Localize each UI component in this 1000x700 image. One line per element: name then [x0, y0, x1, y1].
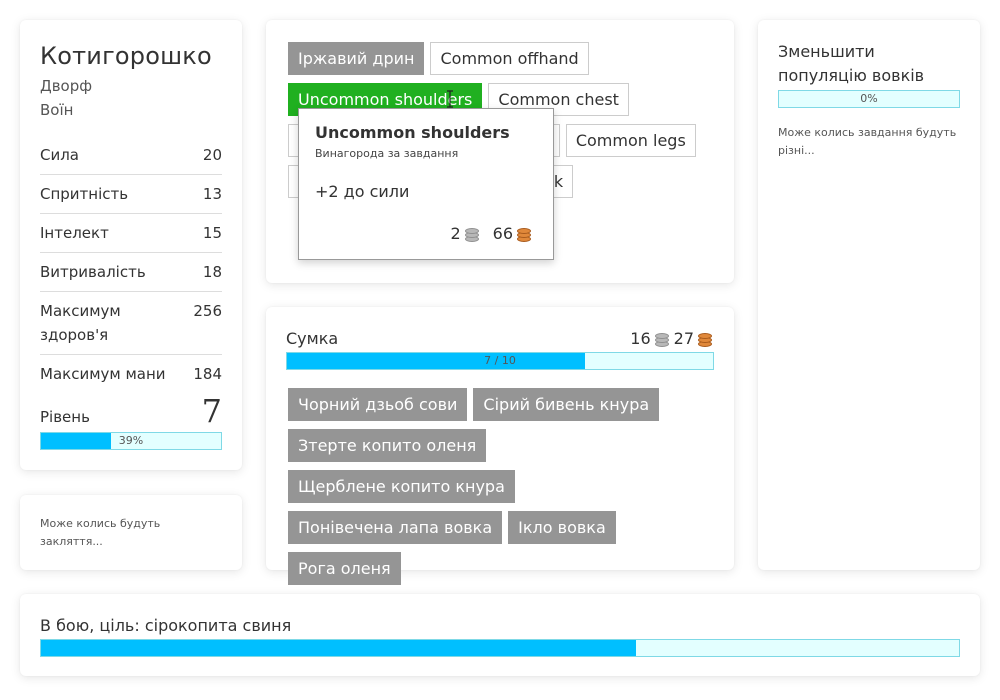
bag-item[interactable]: Щерблене копито кнура: [288, 470, 515, 503]
stat-value: 20: [202, 146, 222, 164]
stat-row: Максимум здоров'я 256: [40, 292, 222, 355]
character-race: Дворф: [40, 77, 93, 95]
level-row: Рівень 7: [40, 392, 222, 430]
stat-row: Витривалість 18: [40, 253, 222, 292]
quest-progress-text: 0%: [860, 92, 878, 105]
tooltip-title: Uncommon shoulders: [315, 123, 510, 142]
bag-capacity-bar: 7 / 10: [286, 352, 714, 370]
stat-value: 13: [202, 185, 222, 203]
copper-coins-icon: [697, 331, 714, 347]
stat-row: Інтелект 15: [40, 214, 222, 253]
character-name: Котигорошко: [40, 42, 212, 70]
silver-coins-icon: [464, 226, 481, 242]
quest-hint: Може колись завдання будуть різні...: [778, 126, 957, 157]
bag-copper: 27: [673, 329, 694, 348]
bag-items-list: Чорний дзьоб сови Сірий бивень кнура Зтерт…: [286, 388, 714, 585]
tooltip-effect: +2 до сили: [315, 182, 410, 201]
bag-item[interactable]: Сірий бивень кнура: [473, 388, 660, 421]
xp-progress-text: 39%: [118, 434, 144, 447]
bag-title: Сумка: [286, 329, 339, 348]
combat-progress-bar: [40, 639, 960, 657]
character-class: Воїн: [40, 101, 74, 119]
bag-item[interactable]: Ікло вовка: [508, 511, 616, 544]
silver-coins-icon: [654, 331, 671, 347]
price-silver: 2: [450, 224, 461, 243]
text-cursor-icon: [447, 90, 453, 108]
stat-label: Витривалість: [40, 263, 146, 281]
quest-title: Зменьшити популяцію вовків: [778, 42, 925, 85]
stat-value: 18: [202, 263, 222, 281]
spells-card: Може колись будуть закляття...: [20, 495, 242, 570]
bag-item[interactable]: Понівечена лапа вовка: [288, 511, 503, 544]
bag-capacity-text: 7 / 10: [484, 354, 516, 367]
stat-value: 256: [193, 302, 222, 320]
tooltip-price: 2 66: [450, 224, 533, 243]
stat-label: Сила: [40, 146, 80, 164]
quest-progress-bar: 0%: [778, 90, 960, 108]
stat-row: Максимум мани 184: [40, 355, 222, 393]
spells-hint: Може колись будуть закляття...: [40, 517, 161, 548]
stat-value: 184: [193, 365, 222, 383]
item-tooltip: Uncommon shoulders Винагорода за завданн…: [298, 108, 554, 260]
stats-list: Сила 20 Спритність 13 Інтелект 15 Витрив…: [40, 136, 222, 393]
stat-row: Сила 20: [40, 136, 222, 175]
equipment-slot[interactable]: Іржавий дрин: [288, 42, 425, 75]
stat-row: Спритність 13: [40, 175, 222, 214]
bag-card: Сумка 16 27 7 / 10 Чорний дзьоб сови Сіри…: [266, 307, 734, 585]
stat-value: 15: [202, 224, 222, 242]
stat-label: Максимум здоров'я: [40, 302, 121, 344]
combat-progress-fill: [41, 640, 636, 656]
stat-label: Спритність: [40, 185, 129, 203]
price-copper: 66: [492, 224, 513, 243]
stat-label: Максимум мани: [40, 365, 166, 383]
tooltip-subtitle: Винагорода за завдання: [315, 147, 459, 160]
copper-coins-icon: [516, 226, 533, 242]
combat-title: В бою, ціль: сірокопита свиня: [40, 616, 292, 635]
bag-silver: 16: [630, 329, 651, 348]
equipment-slot[interactable]: Common offhand: [430, 42, 589, 75]
xp-progress-bar: 39%: [40, 432, 222, 450]
bag-item[interactable]: Рога оленя: [288, 552, 401, 585]
character-card: Котигорошко Дворф Воїн Сила 20 Спритніст…: [20, 20, 242, 470]
equipment-slot[interactable]: Common legs: [565, 124, 696, 157]
quest-card: Зменьшити популяцію вовків 0% Може колис…: [758, 20, 980, 570]
bag-item[interactable]: Чорний дзьоб сови: [288, 388, 468, 421]
bag-item[interactable]: Зтерте копито оленя: [288, 429, 487, 462]
level-value: 7: [201, 392, 222, 430]
bag-money: 16 27: [630, 329, 714, 348]
stat-label: Інтелект: [40, 224, 109, 242]
combat-card: В бою, ціль: сірокопита свиня: [20, 594, 980, 676]
level-label: Рівень: [40, 408, 90, 426]
